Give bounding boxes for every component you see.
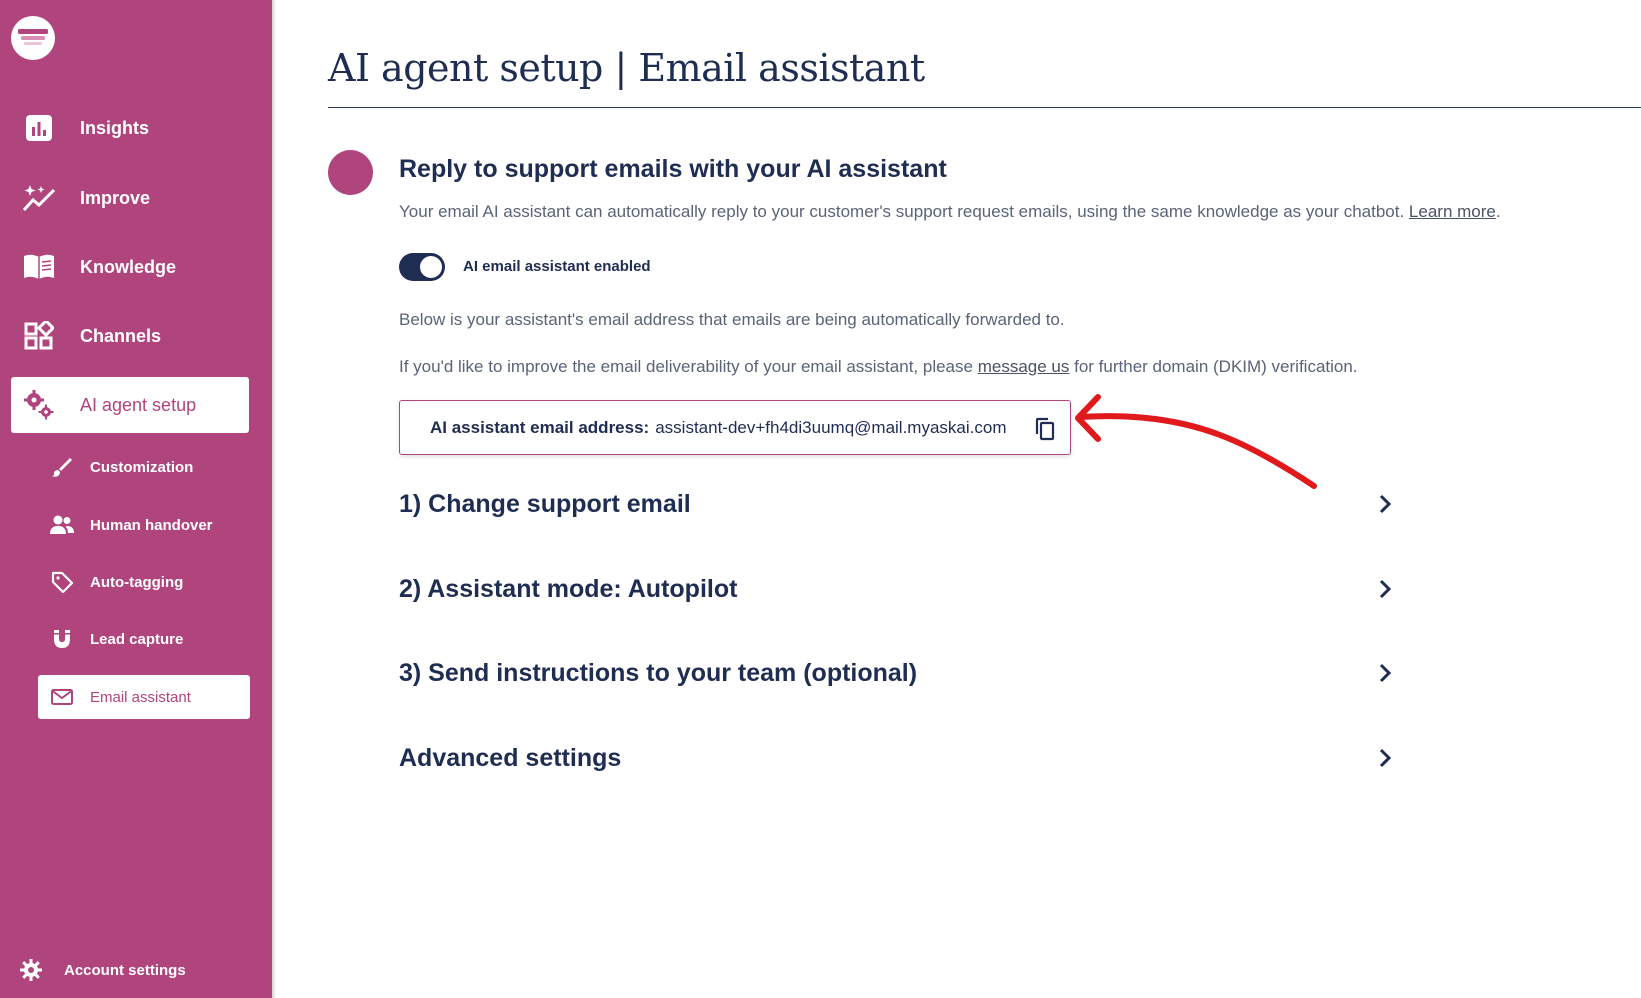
chevron-right-icon [1373,746,1397,770]
nav-label: AI agent setup [80,394,197,415]
sparkle-chart-icon [21,180,57,216]
nav-label: Channels [80,325,162,346]
app-logo[interactable] [11,16,55,60]
email-address-box: AI assistant email address: assistant-de… [399,400,1071,455]
brush-icon [49,454,75,480]
email-address-value[interactable]: assistant-dev+fh4di3uumq@mail.myaskai.co… [655,418,1006,438]
sub-item-auto-tagging[interactable]: Auto-tagging [38,560,250,604]
sidebar: Insights Improve Knowledge Channels AI a… [0,0,272,998]
sub-item-label: Lead capture [90,630,184,648]
sub-item-label: Email assistant [90,688,191,706]
sub-item-label: Customization [90,458,194,476]
dkim-note: If you'd like to improve the email deliv… [399,357,1358,377]
toggle-knob [420,256,442,278]
accordion-send-instructions[interactable]: 3) Send instructions to your team (optio… [399,648,1397,698]
section-heading: Reply to support emails with your AI ass… [399,155,947,183]
nav-label: Knowledge [80,256,177,277]
sub-item-email-assistant[interactable]: Email assistant [38,675,250,719]
sub-item-customization[interactable]: Customization [38,445,250,489]
nav-item-channels[interactable]: Channels [11,308,249,364]
learn-more-link[interactable]: Learn more [1409,202,1496,221]
forward-note: Below is your assistant's email address … [399,310,1065,329]
nav-item-knowledge[interactable]: Knowledge [11,239,249,295]
nav-item-ai-agent-setup[interactable]: AI agent setup [11,377,249,433]
description-end: . [1495,202,1501,221]
nav-label: Insights [80,117,150,138]
email-assistant-toggle[interactable] [399,253,445,281]
envelope-icon [49,684,75,710]
accordion-change-support-email[interactable]: 1) Change support email [399,479,1397,529]
account-settings-label: Account settings [64,961,186,979]
email-address-label: AI assistant email address: [430,417,650,437]
nav-item-insights[interactable]: Insights [11,100,249,156]
magnet-icon [49,626,75,652]
book-icon [21,249,57,285]
gear-icon [18,957,44,983]
step-indicator [328,150,373,195]
accordion-label: 2) Assistant mode: Autopilot [399,574,738,603]
nav-item-improve[interactable]: Improve [11,170,249,226]
dkim-note-after: for further domain (DKIM) verification. [1074,357,1358,376]
logo-icon [18,29,48,45]
tag-icon [49,569,75,595]
accordion-advanced-settings[interactable]: Advanced settings [399,733,1397,783]
section-description: Your email AI assistant can automaticall… [399,202,1501,222]
gears-icon [21,387,57,423]
account-settings-link[interactable]: Account settings [18,955,186,985]
sub-item-lead-capture[interactable]: Lead capture [38,617,250,661]
chevron-right-icon [1373,661,1397,685]
toggle-label: AI email assistant enabled [463,258,651,275]
page-title: AI agent setup | Email assistant [328,46,925,90]
widgets-icon [21,318,57,354]
dkim-note-before: If you'd like to improve the email deliv… [399,357,973,376]
message-us-link[interactable]: message us [978,357,1070,376]
description-text: Your email AI assistant can automaticall… [399,202,1405,221]
accordion-label: 1) Change support email [399,489,691,518]
people-icon [49,512,75,538]
copy-icon[interactable] [1032,415,1058,443]
chevron-right-icon [1373,577,1397,601]
accordion-assistant-mode[interactable]: 2) Assistant mode: Autopilot [399,564,1397,614]
accordion-label: Advanced settings [399,743,622,772]
nav-label: Improve [80,187,151,208]
sub-item-label: Human handover [90,516,213,534]
bar-chart-icon [21,110,57,146]
chevron-right-icon [1373,492,1397,516]
sidebar-shadow [272,0,276,998]
title-divider [328,107,1641,108]
accordion-label: 3) Send instructions to your team (optio… [399,658,918,687]
sub-item-human-handover[interactable]: Human handover [38,503,250,547]
sub-item-label: Auto-tagging [90,573,184,591]
